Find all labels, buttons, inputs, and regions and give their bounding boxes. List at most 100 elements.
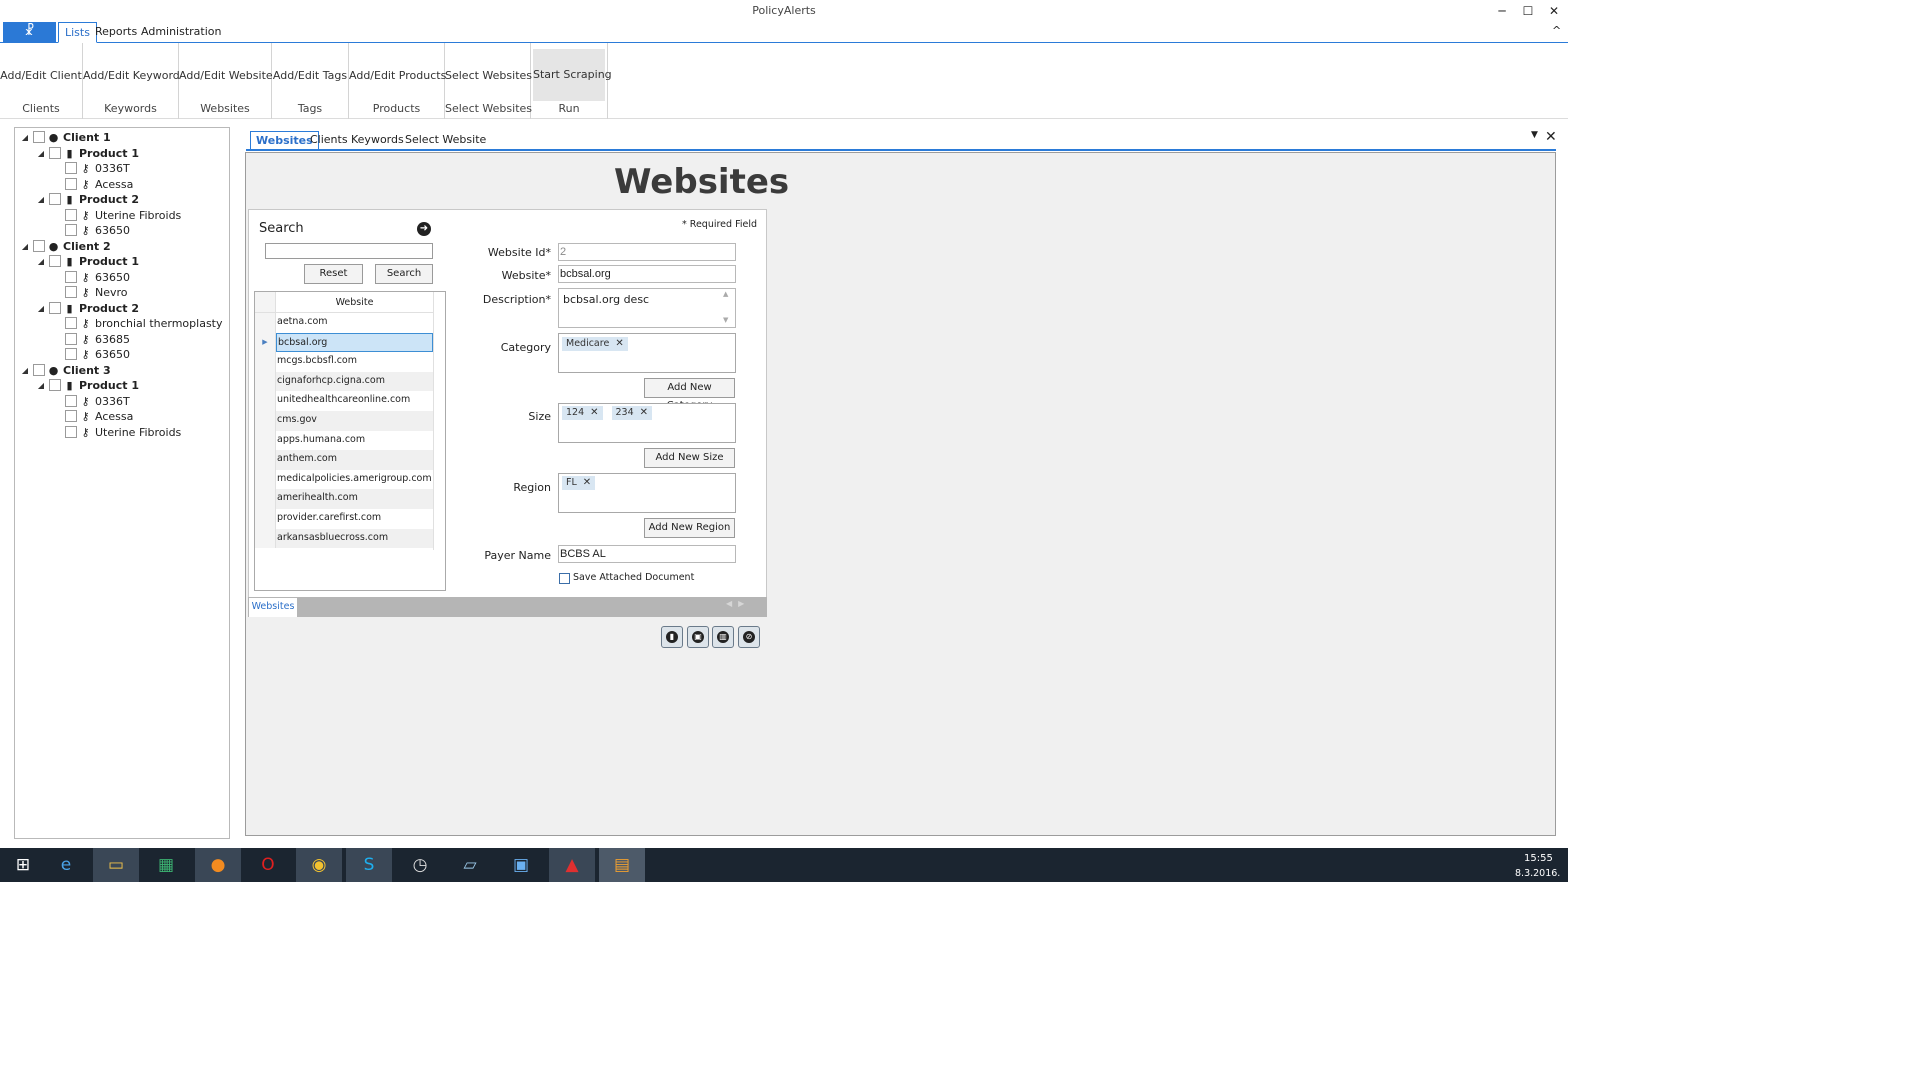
tree-node-keyword[interactable]: ⚷ 63650 bbox=[0, 223, 230, 238]
expand-arrow-icon[interactable]: ◢ bbox=[36, 146, 46, 161]
expand-arrow-icon[interactable]: ◢ bbox=[20, 239, 30, 254]
row-header[interactable] bbox=[255, 489, 276, 509]
table-row[interactable]: cignaforhcp.cigna.com bbox=[255, 371, 433, 392]
tree-checkbox[interactable] bbox=[65, 224, 77, 236]
tree-node-keyword[interactable]: ⚷ Acessa bbox=[0, 409, 230, 424]
row-header[interactable] bbox=[255, 352, 276, 372]
table-row[interactable]: medicalpolicies.amerigroup.com bbox=[255, 469, 433, 490]
website-cell[interactable]: arkansasbluecross.com bbox=[276, 528, 433, 549]
tab-list-dropdown-icon[interactable]: ▼ bbox=[1531, 130, 1538, 140]
tree-node-keyword[interactable]: ⚷ bronchial thermoplasty bbox=[0, 316, 230, 331]
volume-muted-icon[interactable]: ◀ bbox=[1458, 12, 1466, 23]
clock-time[interactable]: 15:55 bbox=[1524, 853, 1553, 864]
wifi-icon[interactable]: ◔ bbox=[1440, 12, 1449, 23]
tree-checkbox[interactable] bbox=[33, 239, 45, 252]
website-cell[interactable]: cms.gov bbox=[276, 411, 433, 431]
acrobat-reader-icon[interactable]: ▲ bbox=[549, 848, 595, 882]
tree-checkbox[interactable] bbox=[65, 348, 77, 360]
tree-checkbox[interactable] bbox=[65, 410, 77, 422]
reset-button[interactable]: Reset bbox=[304, 264, 363, 284]
description-field[interactable]: bcbsal.org desc bbox=[558, 288, 736, 328]
collapse-ribbon-icon[interactable]: ^ bbox=[1552, 24, 1561, 37]
tree-node-client[interactable]: ◢ ● Client 2 bbox=[0, 239, 230, 254]
tree-checkbox[interactable] bbox=[65, 425, 77, 438]
expand-arrow-icon[interactable]: ◢ bbox=[36, 254, 46, 269]
save-document-checkbox[interactable] bbox=[559, 573, 570, 584]
save-button[interactable]: ▣ bbox=[687, 626, 709, 648]
table-row[interactable]: anthem.com bbox=[255, 450, 433, 470]
tab-select-website[interactable]: Select Website bbox=[400, 131, 491, 150]
website-cell[interactable]: apps.humana.com bbox=[276, 430, 433, 451]
table-row[interactable]: mcgs.bcbsfl.com bbox=[255, 352, 433, 372]
store-icon[interactable]: ▦ bbox=[143, 848, 189, 882]
tree-checkbox[interactable] bbox=[49, 193, 61, 205]
network-icon[interactable]: ✲ bbox=[1420, 12, 1428, 23]
table-row[interactable]: cms.gov bbox=[255, 411, 433, 431]
tree-checkbox[interactable] bbox=[65, 162, 77, 174]
tree-checkbox[interactable] bbox=[65, 270, 77, 283]
row-header[interactable] bbox=[255, 469, 276, 490]
expand-arrow-icon[interactable]: ◢ bbox=[20, 130, 30, 145]
clock-app-icon[interactable]: ◷ bbox=[397, 848, 443, 882]
expand-arrow-icon[interactable]: ◢ bbox=[20, 363, 30, 378]
tree-node-keyword[interactable]: ⚷ 0336T bbox=[0, 394, 230, 409]
remove-tag-icon[interactable]: ✕ bbox=[640, 407, 648, 418]
expand-arrow-icon[interactable]: ◢ bbox=[36, 192, 46, 207]
tree-node-keyword[interactable]: ⚷ 63650 bbox=[0, 347, 230, 362]
opera-icon[interactable]: O bbox=[245, 848, 291, 882]
menu-tab-administration[interactable]: Administration bbox=[135, 22, 228, 43]
policyalerts-app-icon[interactable]: ▤ bbox=[599, 848, 645, 882]
app-menu-button[interactable]: ☧ bbox=[3, 22, 56, 43]
website-cell[interactable]: anthem.com bbox=[276, 450, 433, 470]
cancel-button[interactable]: ⊘ bbox=[738, 626, 760, 648]
add-new-category-button[interactable]: Add New Category bbox=[644, 378, 735, 411]
tab-scroll-arrows-icon[interactable]: ◀▶ bbox=[726, 599, 750, 608]
tree-node-keyword[interactable]: ⚷ 63650 bbox=[0, 270, 230, 285]
website-cell[interactable]: amerihealth.com bbox=[276, 489, 433, 509]
website-cell[interactable]: medicalpolicies.amerigroup.com bbox=[276, 469, 433, 490]
add-edit-client-button[interactable]: Add/Edit Client bbox=[0, 63, 82, 89]
tree-checkbox[interactable] bbox=[65, 286, 77, 298]
website-cell[interactable]: cignaforhcp.cigna.com bbox=[276, 371, 433, 392]
chrome-icon[interactable]: ◉ bbox=[296, 848, 342, 882]
tree-node-client[interactable]: ◢ ● Client 1 bbox=[0, 130, 230, 145]
bottom-tab-websites[interactable]: Websites bbox=[249, 598, 297, 617]
tree-node-keyword[interactable]: ⚷ 0336T bbox=[0, 161, 230, 176]
firefox-icon[interactable]: ● bbox=[195, 848, 241, 882]
scroll-up-icon[interactable]: ▲ bbox=[723, 290, 728, 298]
tree-checkbox[interactable] bbox=[65, 317, 77, 329]
language-indicator[interactable]: ENG bbox=[1482, 12, 1504, 23]
table-row[interactable]: provider.carefirst.com bbox=[255, 509, 433, 529]
add-edit-website-button[interactable]: Add/Edit Website bbox=[179, 63, 273, 89]
row-header[interactable] bbox=[255, 450, 276, 470]
expand-arrow-icon[interactable]: ◢ bbox=[36, 378, 46, 393]
row-header[interactable] bbox=[255, 371, 276, 392]
tree-node-product[interactable]: ◢ ▮ Product 2 bbox=[0, 301, 230, 316]
tree-checkbox[interactable] bbox=[49, 255, 61, 267]
add-new-region-button[interactable]: Add New Region bbox=[644, 518, 735, 538]
grid-column-header[interactable]: Website bbox=[276, 292, 433, 313]
delete-button[interactable]: ▥ bbox=[712, 626, 734, 648]
flag-icon[interactable]: ⚑ bbox=[1402, 12, 1411, 23]
tree-node-keyword[interactable]: ⚷ Uterine Fibroids bbox=[0, 208, 230, 223]
tree-node-keyword[interactable]: ⚷ 63685 bbox=[0, 332, 230, 347]
remove-tag-icon[interactable]: ✕ bbox=[590, 407, 598, 418]
website-field[interactable] bbox=[558, 265, 736, 283]
clock-date[interactable]: 8.3.2016. bbox=[1515, 868, 1560, 879]
tree-checkbox[interactable] bbox=[49, 379, 61, 391]
table-row[interactable]: amerihealth.com bbox=[255, 489, 433, 509]
remove-tag-icon[interactable]: ✕ bbox=[615, 338, 623, 349]
table-row[interactable]: ▶ bcbsal.org bbox=[255, 332, 433, 353]
tree-checkbox[interactable] bbox=[49, 301, 61, 314]
expand-arrow-icon[interactable]: ◢ bbox=[36, 301, 46, 316]
maximize-button[interactable]: ☐ bbox=[1518, 2, 1538, 20]
row-header[interactable] bbox=[255, 509, 276, 529]
windows-start-icon[interactable]: ⊞ bbox=[0, 848, 46, 882]
payer-name-field[interactable] bbox=[558, 545, 736, 563]
website-cell[interactable]: unitedhealthcareonline.com bbox=[276, 391, 433, 411]
notepad-icon[interactable]: ▱ bbox=[447, 848, 493, 882]
close-tab-icon[interactable]: ✕ bbox=[1545, 129, 1557, 145]
row-header[interactable] bbox=[255, 430, 276, 451]
remote-desktop-icon[interactable]: ▣ bbox=[498, 848, 544, 882]
website-cell[interactable]: mcgs.bcbsfl.com bbox=[276, 352, 433, 372]
